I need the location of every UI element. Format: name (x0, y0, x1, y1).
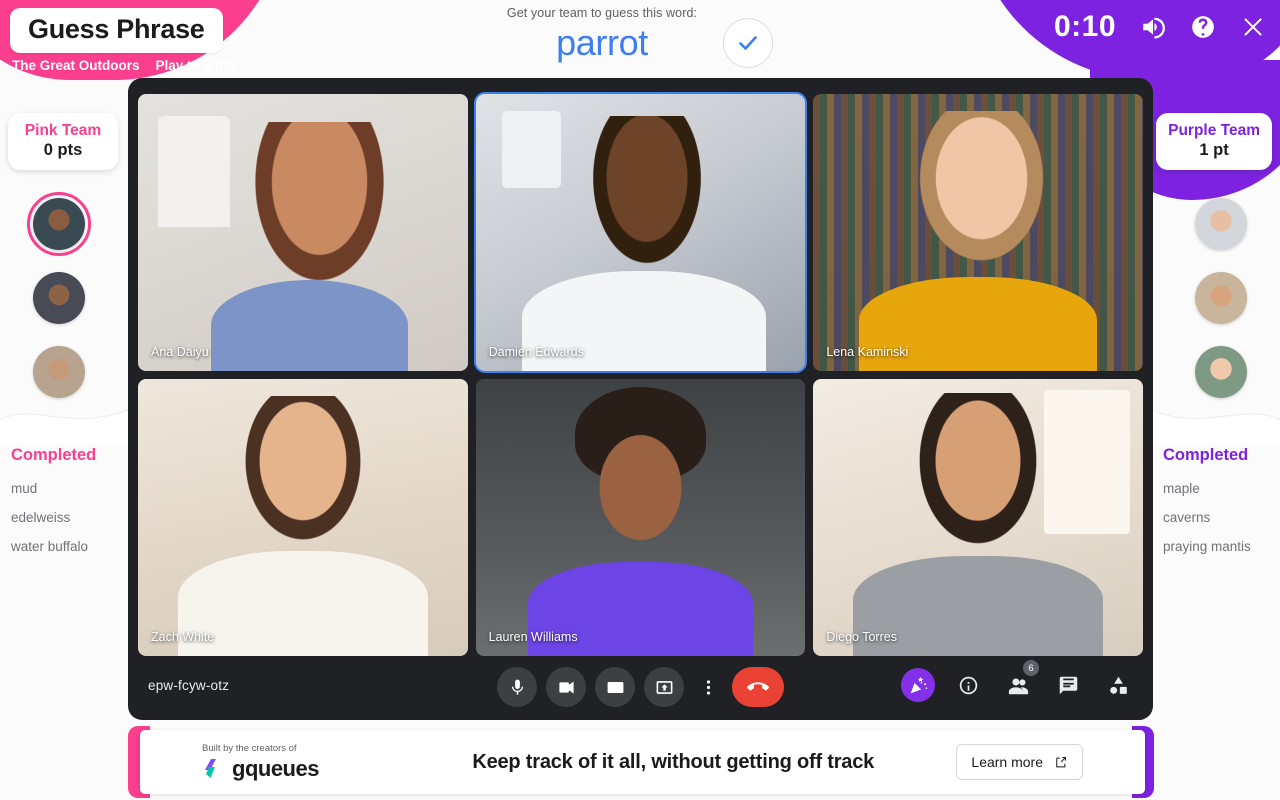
banner-brand-name: gqueues (232, 755, 319, 781)
completed-title: Completed (1163, 446, 1249, 464)
table-row[interactable]: Ana Daiyu (138, 94, 468, 371)
participant-name: Diego Torres (826, 630, 897, 644)
banner-brand: gqueues (202, 756, 390, 782)
prompt-word: parrot (556, 22, 648, 63)
prompt-label: Get your team to guess this word: (506, 6, 698, 20)
external-link-icon (1056, 756, 1066, 767)
more-options-icon (706, 679, 710, 695)
avatar[interactable] (33, 272, 85, 324)
meet-right-controls: 6 (901, 660, 1135, 702)
countdown-timer: 0:10 (1053, 10, 1116, 43)
table-row[interactable]: Diego Torres (813, 379, 1143, 656)
microphone-icon (511, 679, 523, 695)
avatar[interactable] (27, 192, 91, 256)
volume-icon (1143, 17, 1165, 39)
learn-more-label: Learn more (971, 754, 1043, 770)
video-feed (813, 94, 1143, 371)
video-feed (813, 379, 1143, 656)
list-item: water buffalo (11, 539, 89, 554)
video-feed (138, 94, 468, 371)
video-tile-grid: Ana Daiyu Damien Edwards Lena Kaminski Z… (138, 92, 1143, 656)
close-icon (1244, 18, 1262, 36)
learn-more-button[interactable]: Learn more (956, 744, 1083, 780)
purple-team-score: 1 pt (1199, 141, 1229, 160)
people-count-badge: 6 (1023, 660, 1039, 676)
list-item: mud (11, 481, 38, 496)
video-camera-icon (558, 681, 574, 693)
help-icon (1192, 16, 1214, 38)
purple-team-panel: Purple Team 1 pt Completed maple caverns… (1152, 0, 1280, 800)
avatar[interactable] (33, 346, 85, 398)
list-item: edelweiss (11, 510, 71, 525)
meeting-info-button[interactable] (951, 668, 985, 702)
hangup-button[interactable] (732, 667, 784, 707)
help-button[interactable] (1190, 14, 1216, 40)
completed-title: Completed (11, 446, 97, 464)
avatar[interactable] (1195, 198, 1247, 250)
video-feed (138, 379, 468, 656)
purple-completed-list: Completed maple caverns praying mantis (1152, 446, 1280, 568)
video-feed (475, 94, 806, 371)
pink-team-name: Pink Team (24, 122, 102, 139)
guess-phrase-app: Guess Phrase The Great Outdoors Play to … (0, 0, 1280, 800)
list-item: maple (1163, 481, 1200, 496)
promo-banner: Built by the creators of gqueues Keep tr… (140, 730, 1145, 794)
purple-team-score-card: Purple Team 1 pt (1156, 113, 1272, 171)
chat-icon (1059, 676, 1077, 694)
confetti-icon (910, 676, 927, 693)
chat-button[interactable] (1051, 668, 1085, 702)
present-screen-icon (656, 680, 672, 694)
video-feed (475, 379, 806, 656)
avatar[interactable] (1195, 272, 1247, 324)
banner-tagline: Keep track of it all, without getting of… (472, 750, 875, 773)
list-item: caverns (1163, 510, 1211, 525)
panel-wave-divider-left (0, 398, 128, 444)
check-icon (739, 36, 757, 50)
pink-team-panel: Pink Team 0 pts Completed mud edelweiss … (0, 0, 128, 800)
table-row[interactable]: Lena Kaminski (813, 94, 1143, 371)
people-icon (1008, 678, 1028, 694)
participant-name: Zach White (151, 630, 215, 644)
info-icon (959, 676, 977, 694)
table-row[interactable]: Lauren Williams (475, 379, 806, 656)
close-button[interactable] (1240, 14, 1266, 40)
pink-team-avatars (27, 192, 91, 398)
participant-name: Lena Kaminski (826, 345, 909, 359)
more-options-button[interactable] (693, 667, 723, 707)
activities-icon (1109, 676, 1127, 694)
pink-team-score-card: Pink Team 0 pts (8, 113, 118, 171)
list-item: praying mantis (1163, 539, 1251, 554)
top-bar: Guess Phrase The Great Outdoors Play to … (0, 0, 1280, 78)
table-row[interactable]: Zach White (138, 379, 468, 656)
pink-team-score: 0 pts (43, 141, 83, 160)
people-button[interactable]: 6 (1001, 660, 1039, 702)
video-call-window: Ana Daiyu Damien Edwards Lena Kaminski Z… (128, 78, 1153, 720)
table-row[interactable]: Damien Edwards (473, 92, 808, 373)
panel-wave-divider-right (1152, 398, 1280, 444)
confirm-guess-button[interactable] (723, 18, 774, 68)
purple-team-avatars (1195, 198, 1247, 398)
meet-control-bar: epw-fcyw-otz 6 (128, 658, 1153, 720)
gqueues-logo-icon (205, 758, 216, 778)
participant-name: Damien Edwards (488, 345, 584, 359)
hang-up-icon (747, 682, 769, 691)
banner-branding: Built by the creators of gqueues (140, 743, 390, 782)
activities-confetti-button[interactable] (901, 668, 935, 702)
microphone-button[interactable] (497, 667, 537, 707)
avatar[interactable] (1195, 346, 1247, 398)
participant-name: Ana Daiyu (151, 345, 209, 359)
banner-built-by: Built by the creators of (202, 742, 297, 754)
camera-button[interactable] (546, 667, 586, 707)
purple-team-name: Purple Team (1168, 122, 1260, 139)
volume-button[interactable] (1140, 14, 1166, 40)
prompt-text: Get your team to guess this word: parrot (507, 6, 697, 64)
pink-completed-list: Completed mud edelweiss water buffalo (0, 446, 128, 568)
timer-block: 0:10 (1054, 10, 1266, 44)
captions-button[interactable] (595, 667, 635, 707)
activities-button[interactable] (1101, 668, 1135, 702)
closed-captions-icon (607, 681, 623, 693)
present-button[interactable] (644, 667, 684, 707)
participant-name: Lauren Williams (488, 630, 578, 644)
